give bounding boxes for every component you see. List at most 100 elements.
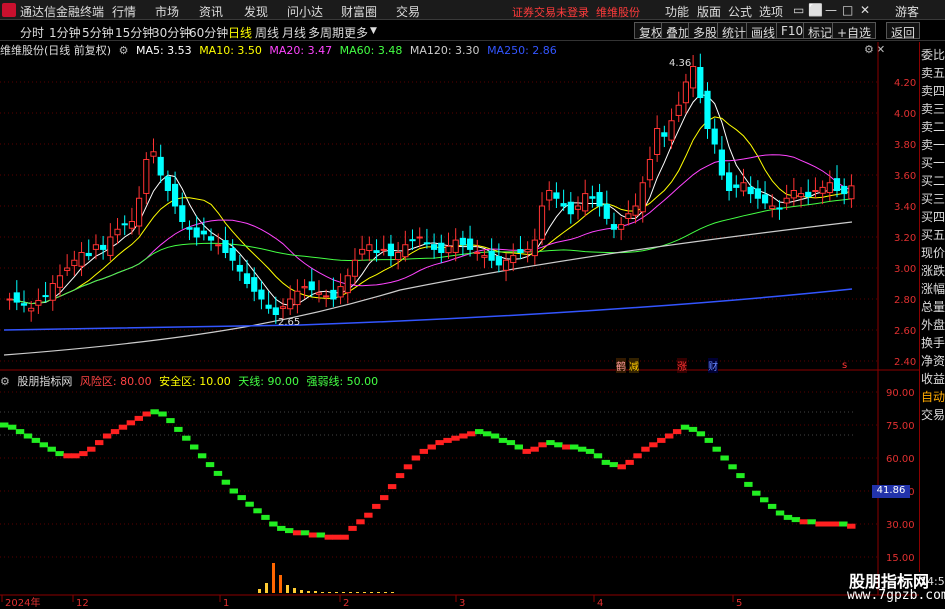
- candle-body: [193, 227, 200, 238]
- indicator-segment: [617, 464, 626, 470]
- side-label-16[interactable]: 换手: [921, 334, 945, 351]
- side-label-15[interactable]: 外盘: [921, 316, 945, 333]
- side-label-11[interactable]: 现价: [921, 244, 945, 261]
- candle-body: [71, 259, 78, 267]
- indicator-segment: [649, 442, 658, 448]
- price-tick-label: 4.20: [894, 78, 916, 89]
- candle-body: [107, 236, 114, 256]
- indicator-tick-label: 15.00: [886, 553, 915, 564]
- date-label: 5: [736, 598, 742, 609]
- price-tick-label: 4.00: [894, 109, 916, 120]
- indicator-segment: [696, 431, 706, 437]
- indicator-segment: [767, 503, 777, 509]
- event-marker-1[interactable]: 鹤: [616, 358, 626, 373]
- candle-body: [56, 275, 64, 288]
- candle-body: [776, 207, 783, 210]
- candle-body: [826, 182, 833, 194]
- candle-body: [510, 255, 517, 264]
- indicator-segment: [839, 521, 848, 527]
- side-label-4[interactable]: 卖二: [921, 118, 945, 135]
- signal-bar: [272, 563, 275, 593]
- side-label-10[interactable]: 买五: [921, 226, 945, 243]
- indicator-segment: [609, 462, 618, 468]
- side-label-19[interactable]: 自动: [921, 388, 945, 405]
- indicator-segment: [134, 415, 143, 421]
- side-label-7[interactable]: 买二: [921, 172, 945, 189]
- candle-body: [243, 273, 251, 284]
- indicator-tick-label: 30.00: [886, 520, 915, 531]
- side-label-3[interactable]: 卖三: [921, 100, 945, 117]
- candle-body: [697, 67, 704, 99]
- side-label-6[interactable]: 买一: [921, 154, 945, 171]
- indicator-segment: [372, 503, 381, 509]
- side-label-18[interactable]: 收益: [921, 370, 945, 387]
- signal-bar: [370, 592, 373, 593]
- candle-body: [150, 151, 157, 157]
- candle-body: [596, 192, 603, 207]
- candle-body: [805, 191, 812, 198]
- candle-body: [229, 247, 236, 261]
- indicator-segment: [577, 446, 587, 452]
- indicator-segment: [15, 429, 25, 435]
- indicator-segment: [593, 453, 603, 459]
- side-label-17[interactable]: 净资: [921, 352, 945, 369]
- side-label-20[interactable]: 交易: [921, 406, 945, 423]
- side-label-0[interactable]: 委比: [921, 46, 945, 63]
- indicator-segment: [95, 440, 104, 446]
- indicator-current-value: 41.86: [872, 485, 910, 498]
- indicator-segment: [467, 431, 476, 437]
- indicator-segment: [490, 433, 500, 439]
- indicator-segment: [475, 429, 484, 435]
- indicator-segment: [31, 437, 41, 443]
- side-label-1[interactable]: 卖五: [921, 64, 945, 81]
- side-label-8[interactable]: 买三: [921, 190, 945, 207]
- sky-line-label: 天线: 90.00: [238, 375, 299, 388]
- event-marker-5[interactable]: s: [842, 360, 847, 371]
- event-marker-4[interactable]: 财: [708, 358, 718, 373]
- event-marker-2[interactable]: 减: [629, 358, 639, 373]
- candle-body: [546, 190, 553, 201]
- date-label: 12: [76, 598, 89, 609]
- kline-chart[interactable]: 4.20 4.00 3.80 3.60 3.40 3.20 3.00 2.80 2.60 2.40…: [0, 0, 945, 609]
- indicator-segment: [506, 440, 516, 446]
- indicator-gear-icon[interactable]: ⚙: [0, 375, 10, 388]
- indicator-segment: [570, 444, 579, 450]
- indicator-segment: [665, 433, 674, 439]
- indicator-segment: [807, 519, 816, 525]
- candle-body: [251, 277, 258, 292]
- candle-body: [351, 259, 359, 277]
- date-label: 1: [223, 598, 229, 609]
- candle-body: [632, 205, 639, 216]
- indicator-segment: [736, 473, 745, 479]
- indicator-segment: [419, 448, 428, 454]
- indicator-segment: [102, 433, 112, 439]
- side-label-14[interactable]: 总量: [921, 298, 945, 315]
- candle-body: [164, 176, 171, 192]
- indicator-segment: [728, 464, 737, 470]
- indicator-segment: [783, 514, 793, 520]
- indicator-segment: [831, 521, 840, 527]
- signal-bar: [321, 592, 324, 593]
- price-tick-label: 3.80: [894, 140, 916, 151]
- indicator-segment: [348, 525, 357, 531]
- indicator-segment: [182, 435, 191, 441]
- candle-body: [682, 81, 690, 104]
- candle-body: [495, 256, 502, 266]
- candle-body: [740, 182, 747, 192]
- indicator-segment: [815, 521, 824, 527]
- side-label-9[interactable]: 买四: [921, 208, 945, 225]
- indicator-segment: [498, 437, 508, 443]
- side-label-5[interactable]: 卖一: [921, 136, 945, 153]
- event-marker-3[interactable]: 涨: [677, 358, 687, 373]
- candle-body: [582, 193, 589, 212]
- side-label-2[interactable]: 卖四: [921, 82, 945, 99]
- side-label-13[interactable]: 涨幅: [921, 280, 945, 297]
- candle-body: [387, 243, 395, 257]
- indicator-segment: [680, 424, 690, 430]
- candle-body: [704, 90, 711, 130]
- candle-body: [661, 132, 668, 137]
- indicator-segment: [775, 510, 785, 516]
- side-label-12[interactable]: 涨跌: [921, 262, 945, 279]
- indicator-segment: [213, 470, 223, 476]
- candle-body: [416, 236, 423, 239]
